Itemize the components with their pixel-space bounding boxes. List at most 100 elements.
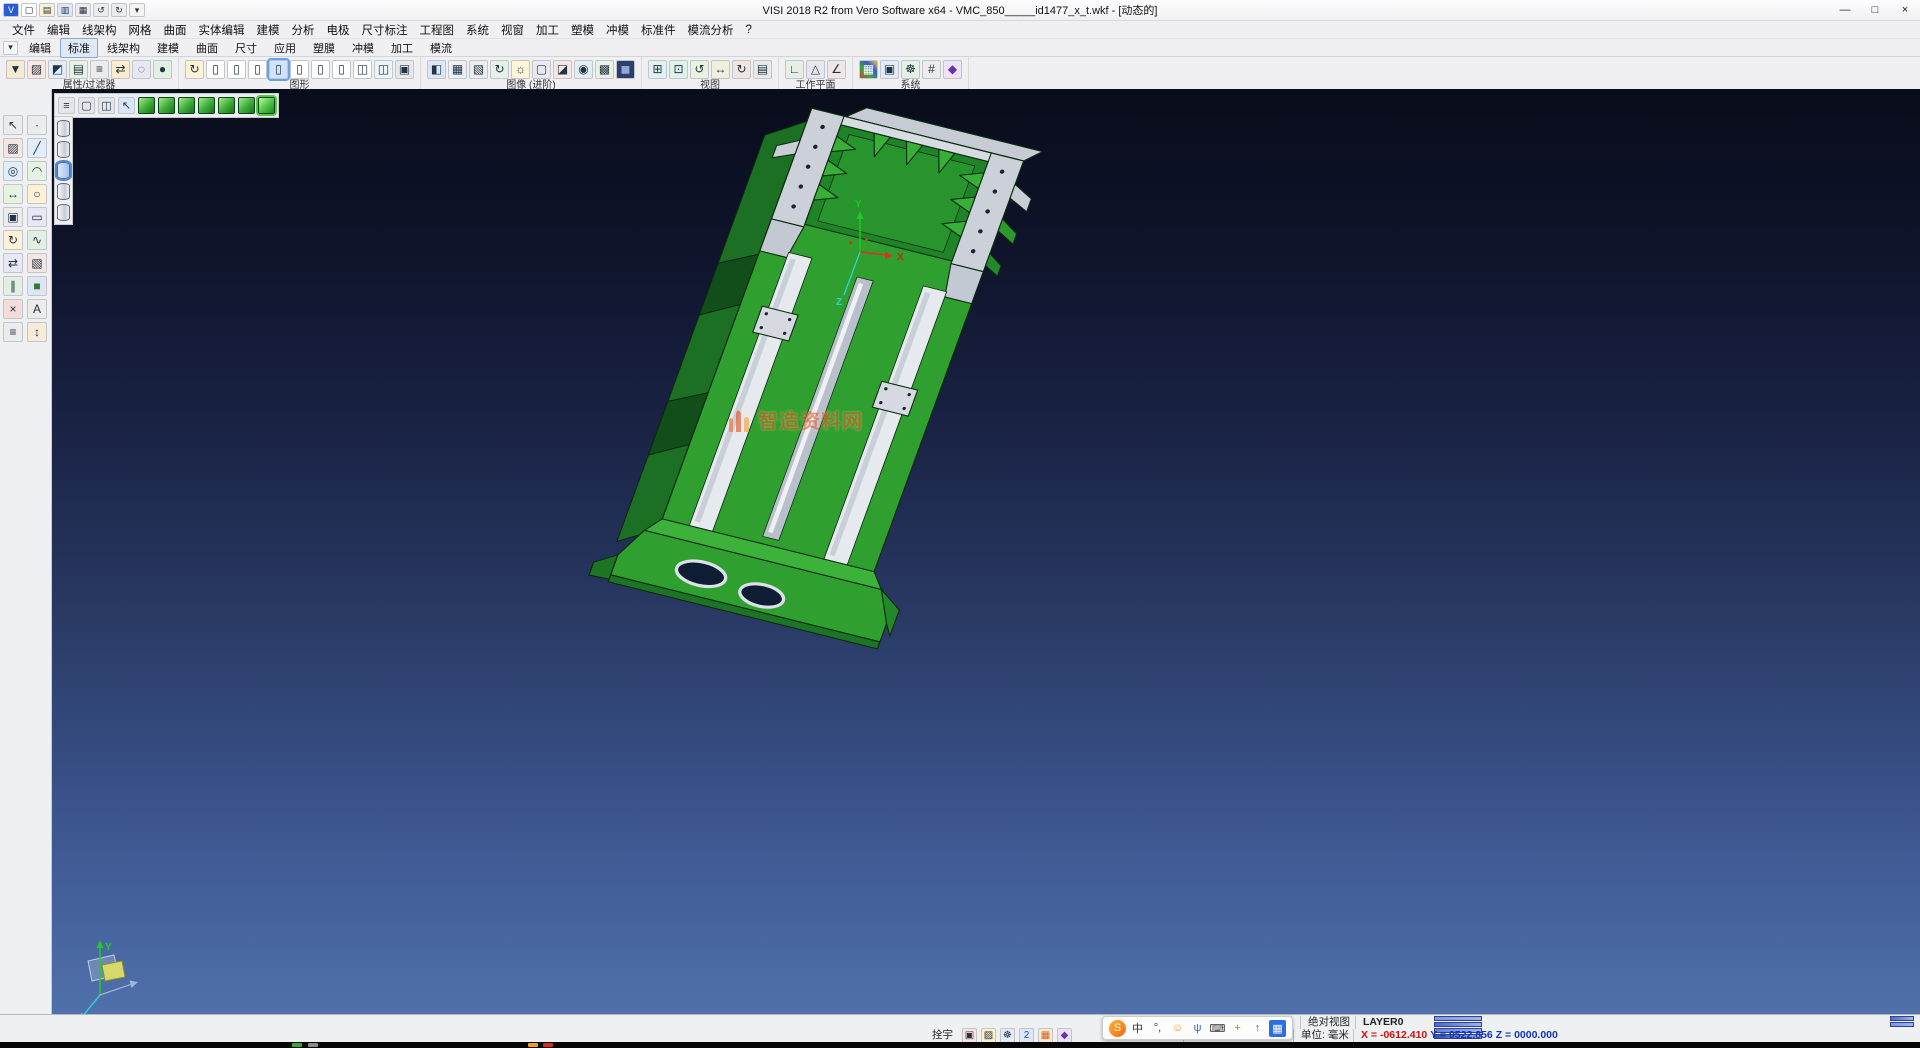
- curve-tool-icon[interactable]: ∿: [27, 230, 47, 250]
- color-palette-icon[interactable]: ▦: [859, 60, 878, 79]
- graphics-board-5-icon[interactable]: ▯: [290, 60, 309, 79]
- edit-attributes-icon[interactable]: ▨: [27, 60, 46, 79]
- color-swatch-icon[interactable]: ▦: [1038, 1028, 1053, 1043]
- tab-塑膜[interactable]: 塑膜: [305, 38, 343, 58]
- layer-manager-icon[interactable]: ▤: [69, 60, 88, 79]
- tab-应用[interactable]: 应用: [266, 38, 304, 58]
- layer-slot-3-icon[interactable]: [57, 162, 70, 179]
- translate-icon[interactable]: ↔: [3, 184, 23, 204]
- active-layer-indicator[interactable]: LAYER0: [1355, 1016, 1403, 1029]
- app-logo-icon[interactable]: V: [3, 3, 19, 17]
- color-picker-icon[interactable]: ◩: [48, 60, 67, 79]
- graphics-board-2-icon[interactable]: ▯: [227, 60, 246, 79]
- mirror-entity-icon[interactable]: ⇄: [3, 253, 23, 273]
- tab-dropdown-icon[interactable]: ▾: [3, 41, 18, 55]
- color-swatch[interactable]: [1890, 1022, 1914, 1027]
- menu-文件[interactable]: 文件: [6, 21, 41, 39]
- color-swatch[interactable]: [1890, 1016, 1914, 1021]
- menu-编辑[interactable]: 编辑: [41, 21, 76, 39]
- shaded-iso-view-icon[interactable]: [258, 97, 275, 114]
- menu-塑模[interactable]: 塑模: [565, 21, 600, 39]
- front-view-icon[interactable]: [178, 97, 195, 114]
- text-tool-icon[interactable]: A: [27, 299, 47, 319]
- layer-slot-2-icon[interactable]: [57, 141, 70, 158]
- tab-编辑[interactable]: 编辑: [21, 38, 59, 58]
- ime-keyboard-icon[interactable]: ⌨: [1209, 1020, 1226, 1037]
- workplane-view-icon[interactable]: △: [806, 60, 825, 79]
- system-options-icon[interactable]: ☸: [901, 60, 920, 79]
- background-color-icon[interactable]: ▢: [532, 60, 551, 79]
- ime-panel-icon[interactable]: ▦: [1269, 1020, 1286, 1037]
- sogou-logo-icon[interactable]: S: [1109, 1020, 1126, 1037]
- tab-标准[interactable]: 标准: [60, 38, 98, 58]
- tab-加工[interactable]: 加工: [383, 38, 421, 58]
- circle-tool-icon[interactable]: ○: [27, 184, 47, 204]
- layer-slot-5-icon[interactable]: [57, 204, 70, 221]
- taskbar-app-sliver[interactable]: [528, 1043, 538, 1047]
- erase-icon[interactable]: ▨: [3, 138, 23, 158]
- snapshot-icon[interactable]: ◉: [574, 60, 593, 79]
- left-view-icon[interactable]: [218, 97, 235, 114]
- rectangle-tool-icon[interactable]: ▭: [27, 207, 47, 227]
- material-cube-icon[interactable]: ◆: [1057, 1028, 1072, 1043]
- attributes-filter-icon[interactable]: ▼: [6, 60, 25, 79]
- unblank-entities-icon[interactable]: ●: [153, 60, 172, 79]
- close-button[interactable]: ×: [1890, 0, 1920, 20]
- save-file-icon[interactable]: ▥: [57, 3, 73, 17]
- view-mode-indicator[interactable]: 绝对视图: [1300, 1016, 1350, 1029]
- menu-模流分析[interactable]: 模流分析: [682, 21, 740, 39]
- graphics-settings-icon[interactable]: ▣: [395, 60, 414, 79]
- graphics-board-4-icon[interactable]: ▯: [269, 60, 288, 79]
- minimize-button[interactable]: —: [1830, 0, 1860, 20]
- duplicate-icon[interactable]: ▣: [3, 207, 23, 227]
- shaded-view-icon[interactable]: ◧: [427, 60, 446, 79]
- taskbar-app-sliver[interactable]: [292, 1043, 302, 1047]
- graphics-board-1-icon[interactable]: ▯: [206, 60, 225, 79]
- hidden-line-view-icon[interactable]: ▧: [469, 60, 488, 79]
- units-indicator[interactable]: 单位: 毫米: [1293, 1029, 1349, 1042]
- ime-update-icon[interactable]: ↑: [1249, 1020, 1266, 1037]
- menu-电极[interactable]: 电极: [321, 21, 356, 39]
- graphics-board-6-icon[interactable]: ▯: [311, 60, 330, 79]
- tab-曲面[interactable]: 曲面: [188, 38, 226, 58]
- texture-view-icon[interactable]: ▩: [595, 60, 614, 79]
- layer-slot-1-icon[interactable]: [57, 120, 70, 137]
- color-swatch[interactable]: [1434, 1022, 1482, 1027]
- tab-冲模[interactable]: 冲模: [344, 38, 382, 58]
- grid-settings-icon[interactable]: #: [922, 60, 941, 79]
- ime-emoji-icon[interactable]: ☺: [1169, 1020, 1186, 1037]
- surface-tool-icon[interactable]: ▧: [27, 253, 47, 273]
- taskbar-app-sliver[interactable]: [543, 1043, 553, 1047]
- solid-tool-icon[interactable]: ■: [27, 276, 47, 296]
- color-swatch[interactable]: [1434, 1016, 1482, 1021]
- wireframe-view-icon[interactable]: ▦: [448, 60, 467, 79]
- menu-加工[interactable]: 加工: [530, 21, 565, 39]
- menu-曲面[interactable]: 曲面: [158, 21, 193, 39]
- viewport-menu-icon[interactable]: ≡: [58, 97, 75, 114]
- tile-windows-icon[interactable]: ◫: [98, 97, 115, 114]
- blank-entities-icon[interactable]: ◌: [132, 60, 151, 79]
- new-file-icon[interactable]: ▢: [21, 3, 37, 17]
- point-tool-icon[interactable]: ∙: [27, 115, 47, 135]
- quick-edit-icon[interactable]: ▨: [981, 1028, 996, 1043]
- status-settings-icon[interactable]: ☸: [1000, 1028, 1015, 1043]
- tab-模流[interactable]: 模流: [422, 38, 460, 58]
- tab-建模[interactable]: 建模: [149, 38, 187, 58]
- graphics-board-7-icon[interactable]: ▯: [332, 60, 351, 79]
- menu-网格[interactable]: 网格: [123, 21, 158, 39]
- iso-view-icon[interactable]: [138, 97, 155, 114]
- menu-分析[interactable]: 分析: [286, 21, 321, 39]
- layer-color-swatches[interactable]: [1434, 1016, 1482, 1029]
- dynamic-view-icon[interactable]: ↻: [490, 60, 509, 79]
- help-assistant-icon[interactable]: 2: [1019, 1028, 1034, 1043]
- menu-尺寸标注[interactable]: 尺寸标注: [356, 21, 414, 39]
- menu-工程图[interactable]: 工程图: [414, 21, 461, 39]
- dimension-tool-icon[interactable]: ↕: [27, 322, 47, 342]
- solid-shaded-icon[interactable]: ◼: [616, 60, 635, 79]
- ime-language-icon[interactable]: 中: [1129, 1020, 1146, 1037]
- menu-实体编辑[interactable]: 实体编辑: [193, 21, 251, 39]
- render-options-icon[interactable]: ◆: [943, 60, 962, 79]
- entity-info-icon[interactable]: ≡: [90, 60, 109, 79]
- rotate-entity-icon[interactable]: ↻: [3, 230, 23, 250]
- layer-slot-4-icon[interactable]: [57, 183, 70, 200]
